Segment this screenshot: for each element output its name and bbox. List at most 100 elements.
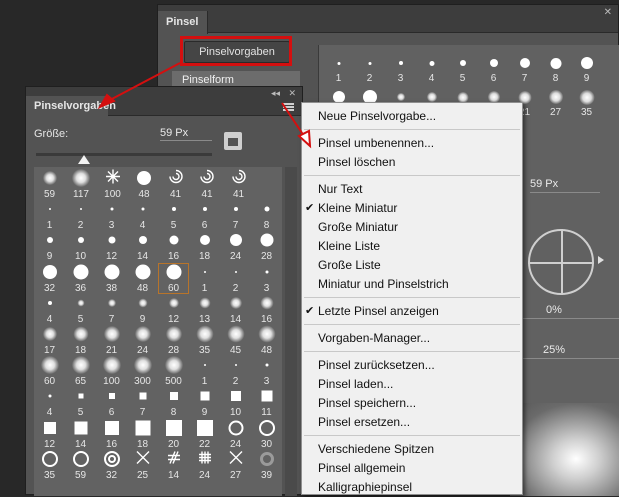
brush-tip-cell[interactable]: 4: [416, 51, 447, 85]
brush-preset-cell[interactable]: 2: [65, 200, 96, 231]
brush-preset-cell[interactable]: 1: [189, 263, 220, 294]
menu-item[interactable]: Pinsel speichern...: [302, 394, 522, 413]
brush-preset-cell[interactable]: 48: [251, 325, 282, 356]
new-preset-icon[interactable]: [224, 132, 242, 150]
menu-item[interactable]: Große Miniatur: [302, 218, 522, 237]
menu-item[interactable]: Pinsel zurücksetzen...: [302, 356, 522, 375]
angle-roundness-widget[interactable]: [528, 229, 594, 295]
brush-preset-cell[interactable]: 2: [220, 263, 251, 294]
size-value[interactable]: 59 Px: [530, 178, 600, 190]
brush-preset-cell[interactable]: 65: [65, 356, 96, 387]
brush-preset-cell[interactable]: 24: [220, 231, 251, 262]
brush-preset-cell[interactable]: 38: [96, 263, 127, 294]
brush-preset-cell[interactable]: 30: [251, 419, 282, 450]
brush-preset-cell[interactable]: 7: [220, 200, 251, 231]
brush-preset-cell[interactable]: 300: [127, 356, 158, 387]
brush-preset-cell[interactable]: 10: [220, 387, 251, 418]
brush-preset-cell[interactable]: 16: [158, 231, 189, 262]
brush-tip-cell[interactable]: 27: [540, 85, 571, 119]
brush-tip-cell[interactable]: 7: [509, 51, 540, 85]
brush-tip-cell[interactable]: 6: [478, 51, 509, 85]
brush-preset-cell[interactable]: 3: [251, 356, 282, 387]
brush-preset-cell[interactable]: 9: [127, 294, 158, 325]
brush-preset-cell[interactable]: 41: [192, 169, 223, 200]
brush-preset-cell[interactable]: 28: [158, 325, 189, 356]
menu-item[interactable]: Vorgaben-Manager...: [302, 329, 522, 348]
brush-preset-cell[interactable]: 7: [127, 387, 158, 418]
brush-preset-cell[interactable]: 16: [251, 294, 282, 325]
brush-preset-cell[interactable]: 5: [65, 294, 96, 325]
brush-preset-cell[interactable]: 5: [158, 200, 189, 231]
brush-preset-cell[interactable]: 14: [220, 294, 251, 325]
brush-preset-cell[interactable]: 2: [220, 356, 251, 387]
brush-preset-cell[interactable]: 16: [96, 419, 127, 450]
brush-preset-cell[interactable]: 14: [127, 231, 158, 262]
brush-preset-cell[interactable]: 8: [158, 387, 189, 418]
brush-tip-cell[interactable]: 3: [385, 51, 416, 85]
menu-item[interactable]: Pinsel ersetzen...: [302, 413, 522, 432]
size-slider[interactable]: [36, 153, 212, 156]
brush-preset-cell[interactable]: 35: [34, 450, 65, 481]
brush-preset-cell[interactable]: 12: [96, 231, 127, 262]
brush-preset-cell[interactable]: 18: [189, 231, 220, 262]
brush-tip-cell[interactable]: 5: [447, 51, 478, 85]
menu-item[interactable]: Pinsel umbenennen...: [302, 134, 522, 153]
menu-item[interactable]: ✔ Kleine Miniatur: [302, 199, 522, 218]
brush-preset-cell[interactable]: 36: [65, 263, 96, 294]
brush-preset-cell[interactable]: 48: [129, 169, 160, 200]
menu-item[interactable]: Pinsel laden...: [302, 375, 522, 394]
brush-preset-cell[interactable]: 32: [34, 263, 65, 294]
brush-preset-cell[interactable]: 59: [65, 450, 96, 481]
brush-preset-cell[interactable]: 59: [34, 169, 65, 200]
brush-preset-cell[interactable]: 24: [189, 450, 220, 481]
percent-value-b[interactable]: 25%: [543, 344, 565, 356]
brush-preset-cell[interactable]: 3: [96, 200, 127, 231]
close-icon[interactable]: ✕: [288, 88, 296, 99]
brush-preset-cell[interactable]: 24: [220, 419, 251, 450]
menu-item[interactable]: Verschiedene Spitzen: [302, 440, 522, 459]
brush-preset-cell[interactable]: 14: [158, 450, 189, 481]
brush-preset-cell[interactable]: 6: [96, 387, 127, 418]
size-slider-thumb[interactable]: [78, 155, 90, 164]
menu-item[interactable]: Pinsel löschen: [302, 153, 522, 172]
brush-preset-cell[interactable]: 32: [96, 450, 127, 481]
brush-preset-cell[interactable]: 1: [34, 200, 65, 231]
brush-preset-cell[interactable]: 28: [251, 231, 282, 262]
brush-preset-cell[interactable]: 60: [158, 262, 189, 294]
brush-preset-cell[interactable]: 17: [34, 325, 65, 356]
brush-preset-cell[interactable]: 100: [97, 169, 128, 200]
brush-tip-cell[interactable]: 9: [571, 51, 602, 85]
menu-item[interactable]: ✔ Letzte Pinsel anzeigen: [302, 302, 522, 321]
menu-item[interactable]: Große Liste: [302, 256, 522, 275]
menu-item[interactable]: Neue Pinselvorgabe...: [302, 107, 522, 126]
brush-preset-cell[interactable]: 45: [220, 325, 251, 356]
brush-preset-cell[interactable]: 9: [34, 231, 65, 262]
brush-preset-cell[interactable]: 500: [158, 356, 189, 387]
brush-preset-cell[interactable]: 24: [127, 325, 158, 356]
panel-menu-icon[interactable]: [283, 103, 294, 111]
menu-item[interactable]: Nur Text: [302, 180, 522, 199]
brush-preset-cell[interactable]: 7: [96, 294, 127, 325]
menu-item[interactable]: Kleine Liste: [302, 237, 522, 256]
brush-preset-cell[interactable]: 4: [34, 294, 65, 325]
brush-preset-cell[interactable]: 48: [127, 263, 158, 294]
brush-tip-cell[interactable]: 1: [323, 51, 354, 85]
brush-preset-cell[interactable]: 3: [251, 263, 282, 294]
brush-preset-cell[interactable]: 21: [96, 325, 127, 356]
tab-pinselvorgaben[interactable]: Pinselvorgaben: [26, 96, 116, 116]
brush-preset-cell[interactable]: 5: [65, 387, 96, 418]
brush-preset-cell[interactable]: 39: [251, 450, 282, 481]
brush-preset-cell[interactable]: 22: [189, 419, 220, 450]
brush-preset-cell[interactable]: 12: [34, 419, 65, 450]
brush-preset-cell[interactable]: 60: [34, 356, 65, 387]
menu-item[interactable]: Kalligraphiepinsel: [302, 478, 522, 497]
brush-preset-cell[interactable]: 4: [127, 200, 158, 231]
brush-preset-cell[interactable]: 35: [189, 325, 220, 356]
brush-preset-cell[interactable]: 4: [34, 387, 65, 418]
brush-preset-cell[interactable]: 9: [189, 387, 220, 418]
brush-preset-cell[interactable]: 41: [223, 169, 254, 200]
brush-preset-cell[interactable]: 1: [189, 356, 220, 387]
brush-preset-cell[interactable]: 20: [158, 419, 189, 450]
brush-preset-cell[interactable]: 12: [158, 294, 189, 325]
brush-tip-cell[interactable]: 2: [354, 51, 385, 85]
